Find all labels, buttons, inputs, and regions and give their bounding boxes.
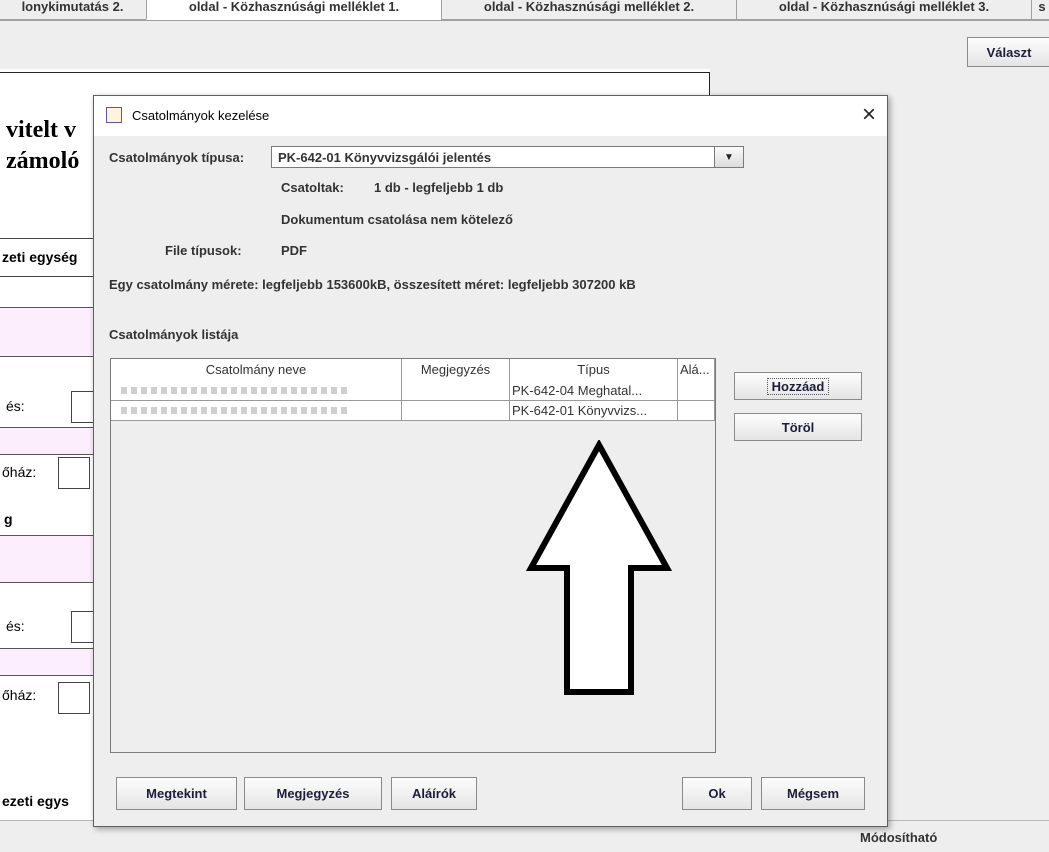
file-types-value: PDF <box>281 243 307 258</box>
attachment-list-title: Csatolmányok listája <box>109 327 239 342</box>
tab-strip: lonykimutatás 2. oldal - Közhasznúsági m… <box>0 0 1049 21</box>
cell-signers <box>678 401 715 420</box>
size-limit-note: Egy csatolmány mérete: legfeljebb 153600… <box>109 277 636 292</box>
tab-kozhasznusagi-3[interactable]: oldal - Közhasznúsági melléklet 3. <box>736 0 1032 20</box>
chevron-down-icon[interactable]: ▼ <box>714 147 743 167</box>
view-button[interactable]: Megtekint <box>116 777 237 810</box>
column-header-name[interactable]: Csatolmány neve <box>111 359 402 381</box>
attachment-type-select[interactable]: PK-642-01 Könyvvizsgálói jelentés ▼ <box>271 146 744 168</box>
cell-type: PK-642-01 Könyvvizs... <box>510 401 678 420</box>
field-label-ohaz: őház: <box>2 464 37 480</box>
status-text: Módosítható <box>860 830 938 845</box>
cell-type: PK-642-04 Meghatal... <box>510 381 678 400</box>
up-arrow-icon <box>526 440 672 695</box>
cell-comment <box>402 401 510 420</box>
field-label-ohaz-2: őház: <box>2 687 37 703</box>
form-field-band[interactable] <box>0 427 93 455</box>
close-icon[interactable]: × <box>856 102 882 128</box>
attached-count-label: Csatoltak: <box>281 180 344 195</box>
redacted-filename <box>121 387 351 394</box>
cancel-button[interactable]: Mégsem <box>761 777 865 810</box>
file-types-label: File típusok: <box>165 243 242 258</box>
form-heading-line2: zámoló <box>6 148 80 174</box>
column-header-type[interactable]: Típus <box>510 359 678 381</box>
tab-more[interactable]: s <box>1031 0 1049 20</box>
redacted-filename <box>121 407 351 414</box>
field-label-es: és: <box>6 398 25 414</box>
table-row[interactable]: PK-642-01 Könyvvizs... <box>111 401 715 421</box>
table-row[interactable]: PK-642-04 Meghatal... <box>111 381 715 401</box>
tab-kozhasznusagi-1[interactable]: oldal - Közhasznúsági melléklet 1. <box>146 0 442 20</box>
field-box[interactable] <box>58 682 90 714</box>
column-header-signers[interactable]: Alá... <box>678 359 715 381</box>
attached-count-value: 1 db - legfeljebb 1 db <box>374 180 504 195</box>
toolbar <box>0 21 1049 69</box>
tab-lonykimutatas[interactable]: lonykimutatás 2. <box>0 0 147 20</box>
cell-comment <box>402 381 510 400</box>
tab-kozhasznusagi-2[interactable]: oldal - Közhasznúsági melléklet 2. <box>441 0 737 20</box>
table-header: Csatolmány neve Megjegyzés Típus Alá... <box>111 359 715 382</box>
section-label-egys: ezeti egys <box>2 793 69 809</box>
form-field-band[interactable] <box>0 648 93 676</box>
form-heading-line1: vitelt v <box>6 117 76 143</box>
field-box[interactable] <box>58 457 90 489</box>
delete-button[interactable]: Töröl <box>734 413 862 441</box>
attachments-dialog: Csatolmányok kezelése × Csatolmányok típ… <box>93 95 888 827</box>
attachment-type-label: Csatolmányok típusa: <box>109 150 245 165</box>
cell-signers <box>678 381 715 400</box>
dialog-titlebar[interactable]: Csatolmányok kezelése × <box>94 96 887 136</box>
add-button-label: Hozzáad <box>766 377 830 395</box>
field-label-es-2: és: <box>6 618 25 634</box>
valaszt-button[interactable]: Választ <box>967 37 1049 67</box>
divider <box>0 238 93 239</box>
signers-button[interactable]: Aláírók <box>391 777 477 810</box>
form-field-band[interactable] <box>0 307 93 357</box>
optional-note: Dokumentum csatolása nem kötelező <box>281 212 513 227</box>
column-header-comment[interactable]: Megjegyzés <box>402 359 510 381</box>
divider <box>0 276 93 277</box>
section-label-g: g <box>4 511 13 527</box>
section-label-egyseg: zeti egység <box>2 249 78 265</box>
attachment-type-value: PK-642-01 Könyvvizsgálói jelentés <box>278 150 492 165</box>
dialog-title: Csatolmányok kezelése <box>132 108 270 123</box>
form-field-band[interactable] <box>0 535 93 583</box>
java-app-icon <box>106 107 122 123</box>
ok-button[interactable]: Ok <box>682 777 752 810</box>
add-button[interactable]: Hozzáad <box>734 372 862 400</box>
comment-button[interactable]: Megjegyzés <box>244 777 382 810</box>
